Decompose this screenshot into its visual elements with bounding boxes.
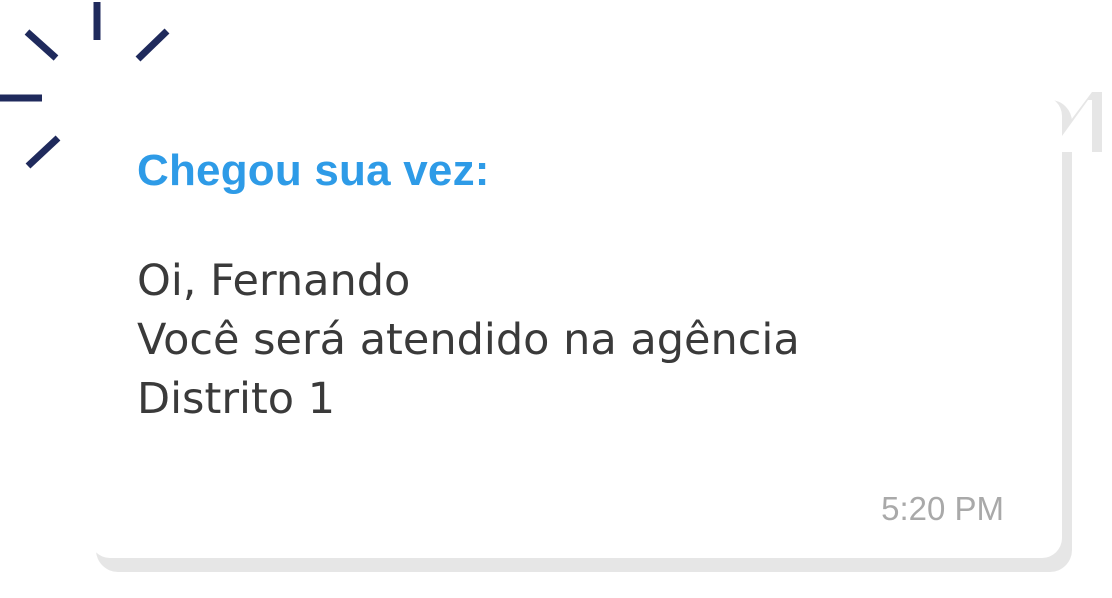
message-bubble-tail (1062, 92, 1102, 152)
message-line-greeting: Oi, Fernando (137, 256, 411, 306)
message-timestamp: 5:20 PM (881, 490, 1004, 527)
message-line-info: Você será atendido na agência (137, 315, 800, 365)
message-line-branch: Distrito 1 (137, 374, 336, 424)
message-title: Chegou sua vez: (137, 146, 490, 195)
notification-screen: Chegou sua vez: Oi, Fernando Você será a… (0, 0, 1112, 598)
message-body: Oi, Fernando Você será atendido na agênc… (137, 252, 800, 429)
